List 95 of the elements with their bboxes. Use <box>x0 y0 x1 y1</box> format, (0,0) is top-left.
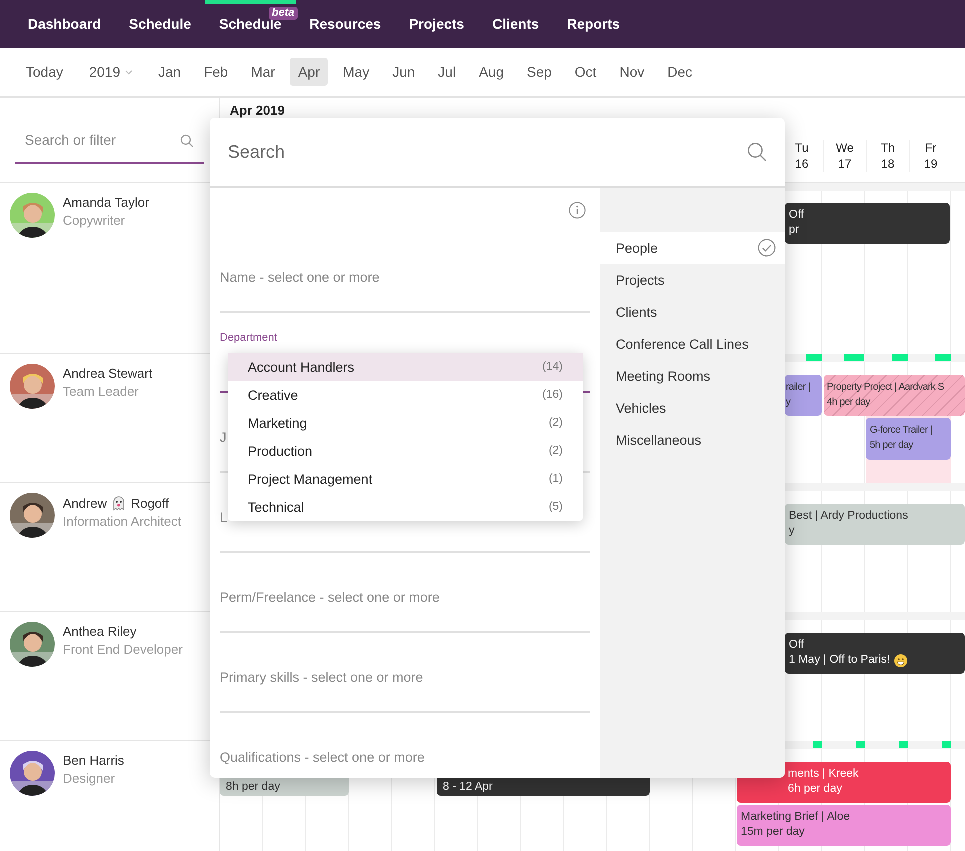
select-field[interactable]: Qualifications - select one or more <box>220 713 590 778</box>
month-tab[interactable]: Apr <box>290 58 328 86</box>
category-label: Meeting Rooms <box>616 368 711 384</box>
option-count: (14) <box>542 361 563 373</box>
month-tab[interactable]: Jul <box>430 58 464 86</box>
select-field[interactable]: Primary skills - select one or more <box>220 633 590 713</box>
availability-marker <box>892 354 908 361</box>
nav-tab[interactable]: Projects <box>395 0 478 48</box>
month-title: Apr 2019 <box>230 103 285 118</box>
month-tab[interactable]: Sep <box>519 58 560 86</box>
check-icon <box>758 239 776 257</box>
ghost-icon <box>111 495 128 511</box>
select-field[interactable]: Perm/Freelance - select one or more <box>220 553 590 633</box>
availability-marker <box>844 354 864 361</box>
dropdown-option[interactable]: Marketing (2) <box>228 409 583 437</box>
nav-tab[interactable]: Schedule beta <box>205 0 296 48</box>
search-icon <box>180 134 194 148</box>
month-tab[interactable]: Feb <box>196 58 236 86</box>
option-label: Marketing <box>248 416 308 430</box>
availability-marker <box>806 354 822 361</box>
category-item[interactable]: Conference Call Lines <box>600 328 785 360</box>
option-label: Technical <box>248 500 304 514</box>
option-label: Production <box>248 444 313 458</box>
person-role: Designer <box>63 771 116 786</box>
year-dropdown[interactable]: 2019 <box>81 58 141 86</box>
booking-bar[interactable]: 8 - 12 Apr <box>437 778 650 796</box>
booking-bar[interactable]: Off 1 May | Off to Paris! <box>785 633 965 674</box>
day-header: Th 18 <box>866 140 909 172</box>
availability-marker <box>935 354 951 361</box>
booking-bar[interactable]: Property Project | Aardvark S 4h per day <box>824 375 965 416</box>
category-item[interactable]: Projects <box>600 264 785 296</box>
option-label: Account Handlers <box>248 360 355 374</box>
nav-tab[interactable]: Dashboard <box>14 0 116 48</box>
booking-bar[interactable]: railer | y <box>785 375 822 416</box>
category-item[interactable]: Clients <box>600 296 785 328</box>
month-tab[interactable]: May <box>335 58 378 86</box>
nav-tab[interactable]: Resources <box>296 0 396 48</box>
dropdown-option[interactable]: Account Handlers (14) <box>228 353 583 381</box>
booking-bar[interactable]: G-force Trailer | 5h per day <box>866 418 951 460</box>
dropdown-option[interactable]: Technical (5) <box>228 493 583 521</box>
category-label: Projects <box>616 272 665 288</box>
person-role: Front End Developer <box>63 642 183 657</box>
select-field[interactable]: Name - select one or more <box>220 233 590 313</box>
booking-bar[interactable]: Marketing Brief | Aloe 15m per day <box>737 805 951 846</box>
availability-marker <box>899 741 908 748</box>
month-tab[interactable]: Jan <box>150 58 190 86</box>
beta-badge: beta <box>269 7 298 20</box>
month-tab[interactable]: Mar <box>243 58 284 86</box>
day-header: We 17 <box>823 140 866 172</box>
nav-tab[interactable]: Schedule <box>115 0 206 48</box>
person-name: Amanda Taylor <box>63 195 150 210</box>
month-tab[interactable]: Oct <box>566 58 605 86</box>
person-role: Copywriter <box>63 213 126 228</box>
category-item[interactable]: People <box>600 232 785 264</box>
person-name: Andrew <box>63 496 108 510</box>
smiley-icon <box>894 654 908 668</box>
booking-bar[interactable]: Off pr <box>785 203 950 244</box>
option-label: Project Management <box>248 472 373 486</box>
option-count: (2) <box>548 417 563 429</box>
month-tab[interactable]: Nov <box>612 58 653 86</box>
option-count: (5) <box>548 501 563 513</box>
category-label: Conference Call Lines <box>616 336 749 352</box>
availability-marker <box>942 741 951 748</box>
person-name: Andrea Stewart <box>63 366 153 381</box>
search-icon <box>747 142 767 162</box>
category-label: Miscellaneous <box>616 432 702 448</box>
category-item[interactable]: Meeting Rooms <box>600 360 785 392</box>
month-tab[interactable]: Dec <box>660 58 701 86</box>
booking-bar[interactable]: Best | Ardy Productions y <box>785 504 965 545</box>
category-item[interactable]: Vehicles <box>600 392 785 424</box>
nav-tab[interactable]: Clients <box>478 0 554 48</box>
person-role: Information Architect <box>63 514 182 529</box>
category-label: Clients <box>616 304 658 320</box>
info-icon[interactable] <box>569 202 586 219</box>
today-button[interactable]: Today <box>18 58 72 86</box>
booking-bar[interactable]: ments | Kreek 6h per day <box>737 762 951 803</box>
category-label: Vehicles <box>616 400 666 416</box>
category-label: People <box>616 240 658 256</box>
dropdown-option[interactable]: Production (2) <box>228 437 583 465</box>
option-count: (2) <box>548 445 563 457</box>
person-name: Rogoff <box>131 496 170 510</box>
caret-icon <box>124 70 133 74</box>
person-name: Ben Harris <box>63 753 124 768</box>
month-tab[interactable]: Aug <box>471 58 512 86</box>
person-name: Anthea Riley <box>63 624 137 639</box>
day-header: Fr 19 <box>909 140 952 172</box>
person-role: Team Leader <box>63 384 140 399</box>
booking-bar[interactable]: 8h per day <box>220 778 349 796</box>
availability-marker <box>813 741 822 748</box>
month-tab[interactable]: Jun <box>384 58 424 86</box>
dropdown-option[interactable]: Project Management (1) <box>228 465 583 493</box>
nav-tab[interactable]: Reports <box>553 0 634 48</box>
availability-marker <box>856 741 865 748</box>
option-count: (1) <box>548 473 563 485</box>
category-item[interactable]: Miscellaneous <box>600 424 785 456</box>
